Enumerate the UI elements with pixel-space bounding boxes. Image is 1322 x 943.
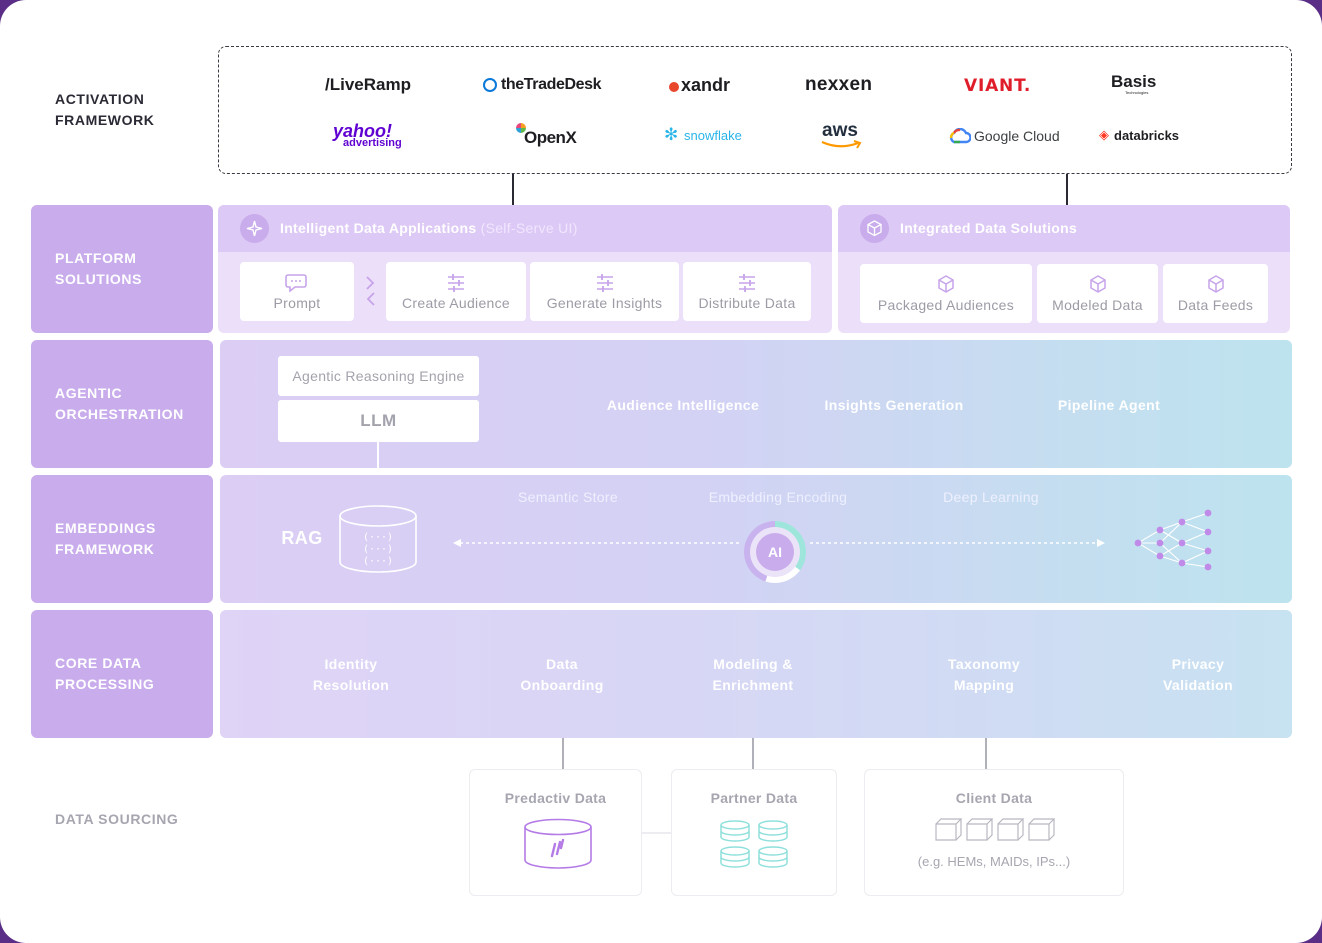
tradedesk-logo-icon <box>483 78 497 92</box>
aws-logo: aws <box>822 120 858 141</box>
openx-logo: OpenX <box>524 128 577 147</box>
row-label-core: CORE DATA PROCESSING <box>31 610 213 738</box>
snowflake-icon: ✻ <box>664 125 679 144</box>
svg-text:(···): (···) <box>363 532 393 543</box>
llm-label: LLM <box>360 411 397 430</box>
neural-network-icon <box>1134 509 1212 571</box>
ai-core-icon: AI <box>744 521 806 583</box>
databricks-logo: databricks <box>1114 128 1180 143</box>
connector-line <box>642 832 671 834</box>
pipeline-agent-label: Pipeline Agent <box>1057 397 1161 413</box>
distribute-data-card[interactable]: Distribute Data <box>683 262 811 321</box>
modeled-data-label: Modeled Data <box>1052 297 1143 313</box>
client-data-box: Client Data (e.g. HEMs, MAIDs, IPs...) <box>864 769 1124 896</box>
partner-data-box: Partner Data <box>671 769 837 896</box>
identity-resolution-label: Identity Resolution <box>312 656 390 693</box>
liveramp-logo: /LiveRamp <box>325 75 411 94</box>
client-data-title: Client Data <box>955 790 1033 806</box>
partner-databases-icon <box>720 820 788 868</box>
row-label-agentic: AGENTIC ORCHESTRATION <box>31 340 213 468</box>
integrated-solutions-title: Integrated Data Solutions <box>900 220 1078 236</box>
predactiv-data-title: Predactiv Data <box>504 790 607 806</box>
activation-partners-box <box>218 46 1292 174</box>
database-icon: (···) (···) (···) <box>339 505 417 573</box>
snowflake-logo: snowflake <box>684 128 742 143</box>
chat-icon <box>285 274 307 293</box>
reasoning-engine-box: Agentic Reasoning Engine <box>278 356 479 396</box>
intelligent-apps-title-text: Intelligent Data Applications <box>280 220 477 236</box>
packaged-audiences-card[interactable]: Packaged Audiences <box>860 264 1032 323</box>
svg-text:(···): (···) <box>363 556 393 567</box>
tradedesk-logo: theTradeDesk <box>501 76 602 93</box>
cube-icon <box>860 214 889 243</box>
reasoning-engine-label: Agentic Reasoning Engine <box>292 368 465 384</box>
predactiv-database-icon <box>524 818 592 869</box>
viant-logo: VIANT. <box>964 76 1032 96</box>
xandr-logo: xandr <box>681 75 731 95</box>
cube-icon <box>1207 275 1224 293</box>
sliders-icon <box>448 274 464 292</box>
sliders-icon <box>739 274 755 292</box>
row-label-embeddings: EMBEDDINGS FRAMEWORK <box>31 475 213 603</box>
data-onboarding-label: Data Onboarding <box>520 656 604 693</box>
connector-line <box>752 738 754 770</box>
privacy-validation-label: Privacy Validation <box>1162 656 1234 693</box>
prompt-card-label: Prompt <box>273 295 321 311</box>
intelligent-apps-title: Intelligent Data Applications (Self-Serv… <box>280 220 578 236</box>
partner-data-title: Partner Data <box>710 790 798 806</box>
client-data-note: (e.g. HEMs, MAIDs, IPs...) <box>917 854 1071 869</box>
yahoo-logo-sub: advertising <box>343 137 402 149</box>
architecture-diagram: ACTIVATION FRAMEWORK /LiveRamp theTradeD… <box>0 0 1322 943</box>
packaged-audiences-label: Packaged Audiences <box>877 297 1015 313</box>
audience-intelligence-label: Audience Intelligence <box>606 397 760 413</box>
deep-learning-label: Deep Learning <box>943 489 1039 505</box>
google-cloud-icon <box>949 128 971 144</box>
connector-line <box>512 174 514 205</box>
svg-text:(···): (···) <box>363 544 393 555</box>
embedding-encoding-label: Embedding Encoding <box>708 489 848 505</box>
ai-core-label: AI <box>756 533 794 571</box>
generate-insights-label: Generate Insights <box>546 295 663 311</box>
data-feeds-label: Data Feeds <box>1177 297 1254 313</box>
connector-line <box>985 738 987 770</box>
modeled-data-card[interactable]: Modeled Data <box>1037 264 1158 323</box>
data-feeds-card[interactable]: Data Feeds <box>1163 264 1268 323</box>
connector-line <box>1066 174 1068 205</box>
create-audience-label: Create Audience <box>401 295 511 311</box>
xandr-logo-icon <box>669 82 679 92</box>
predactiv-data-box: Predactiv Data <box>469 769 642 896</box>
insights-generation-label: Insights Generation <box>824 397 964 413</box>
nexxen-logo: nexxen <box>805 74 873 95</box>
chevron-arrows-icon <box>366 276 375 306</box>
modeling-enrichment-label: Modeling & Enrichment <box>712 656 794 693</box>
google-cloud-logo: Google Cloud <box>974 128 1060 144</box>
prompt-card[interactable]: Prompt <box>240 262 354 321</box>
distribute-data-label: Distribute Data <box>698 295 796 311</box>
row-label-platform: PLATFORM SOLUTIONS <box>31 205 213 333</box>
row-label-activation: ACTIVATION FRAMEWORK <box>55 91 155 128</box>
llm-box: LLM <box>278 400 479 442</box>
sliders-icon <box>596 274 613 292</box>
sparkle-icon <box>240 214 269 243</box>
connector-line <box>562 738 564 770</box>
taxonomy-mapping-label: Taxonomy Mapping <box>947 656 1021 693</box>
databricks-icon: ◈ <box>1099 127 1109 142</box>
intelligent-apps-subtitle: (Self-Serve UI) <box>480 220 578 236</box>
client-boxes-icon <box>935 818 1055 841</box>
semantic-store-label: Semantic Store <box>518 489 618 505</box>
basis-logo-sub: Technologies <box>1125 90 1149 95</box>
generate-insights-card[interactable]: Generate Insights <box>530 262 679 321</box>
aws-smile-icon <box>821 140 862 149</box>
rag-label: RAG <box>281 528 323 548</box>
row-label-sourcing: DATA SOURCING <box>55 810 179 827</box>
cube-icon <box>1089 275 1106 293</box>
cube-icon <box>938 275 954 293</box>
basis-logo: Basis <box>1111 72 1157 91</box>
create-audience-card[interactable]: Create Audience <box>386 262 526 321</box>
